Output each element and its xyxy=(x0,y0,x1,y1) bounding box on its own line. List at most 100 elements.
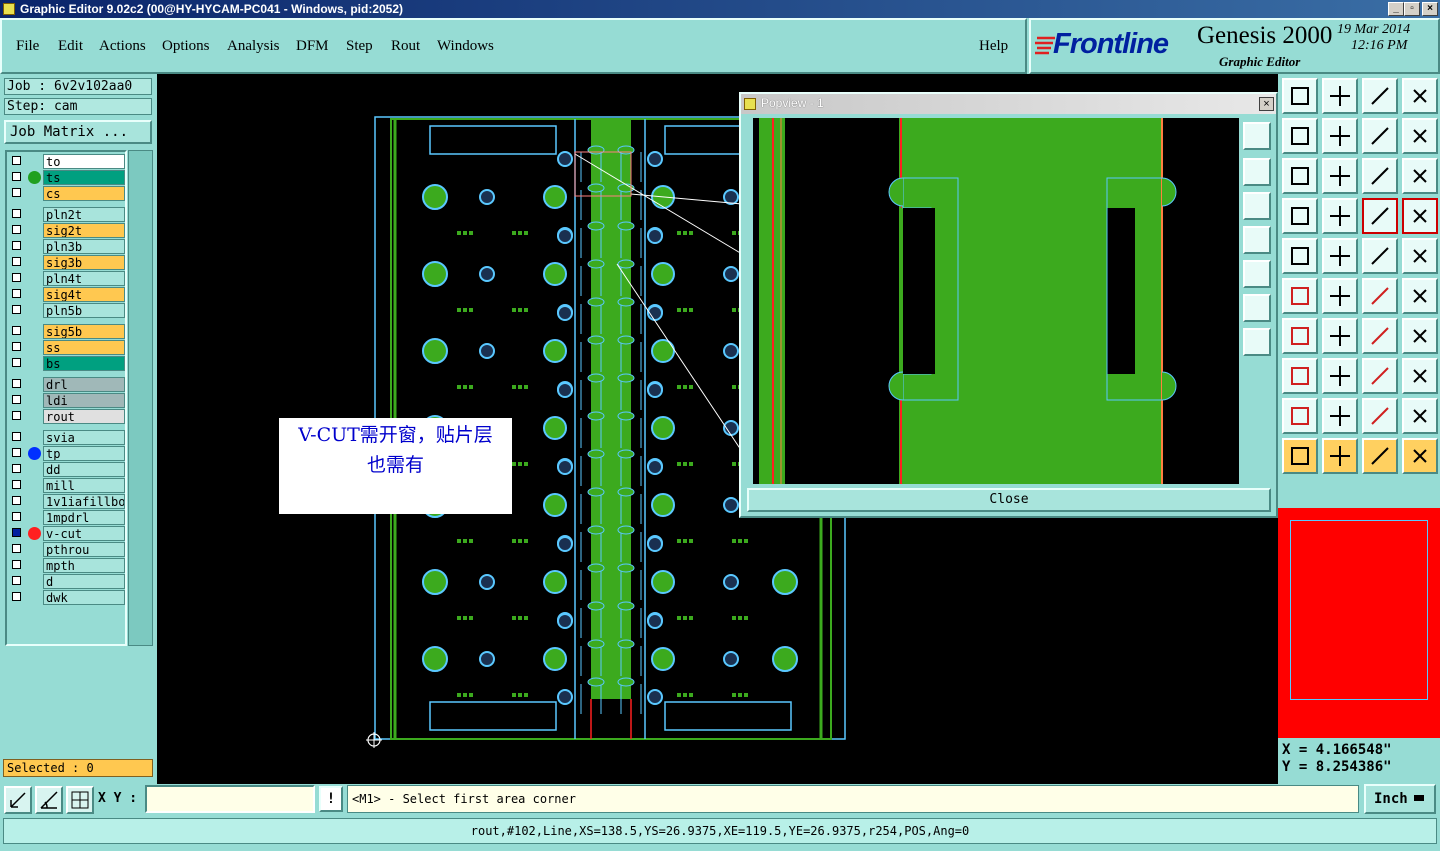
triangle-a-icon[interactable] xyxy=(1322,398,1358,434)
move-point-icon[interactable] xyxy=(1362,278,1398,314)
layer-row-to[interactable]: to xyxy=(9,154,125,169)
layer-row-d[interactable]: d xyxy=(9,574,125,589)
layer-list-scrollbar[interactable] xyxy=(128,150,153,646)
layer-row-drl[interactable]: drl xyxy=(9,377,125,392)
layer-row-pln4t[interactable]: pln4t xyxy=(9,271,125,286)
layer-name[interactable]: svia xyxy=(43,430,125,445)
pad-move-icon[interactable] xyxy=(1282,358,1318,394)
menu-analysis[interactable]: Analysis xyxy=(227,38,280,55)
layer-checkbox[interactable] xyxy=(12,560,21,569)
popview-pan-right-icon[interactable] xyxy=(1243,260,1271,288)
triangle-c-icon[interactable] xyxy=(1402,398,1438,434)
layer-row-sig2t[interactable]: sig2t xyxy=(9,223,125,238)
dot-select-icon[interactable] xyxy=(1402,238,1438,274)
menu-actions[interactable]: Actions xyxy=(99,38,146,55)
layer-checkbox[interactable] xyxy=(12,379,21,388)
layer-name[interactable]: pln3b xyxy=(43,239,125,254)
layer-row-bs[interactable]: bs xyxy=(9,356,125,371)
home-icon[interactable] xyxy=(1362,78,1398,114)
triangle-icon[interactable] xyxy=(1282,398,1318,434)
cut-line-icon[interactable] xyxy=(1322,358,1358,394)
center-icon[interactable] xyxy=(1322,158,1358,194)
layer-row-mill[interactable]: mill xyxy=(9,478,125,493)
layer-row-cs[interactable]: cs xyxy=(9,186,125,201)
top-view-icon[interactable] xyxy=(1282,78,1318,114)
layer-checkbox[interactable] xyxy=(12,289,21,298)
query-icon[interactable] xyxy=(1402,158,1438,194)
fit-screen-icon[interactable] xyxy=(1282,158,1318,194)
slope-line-icon[interactable] xyxy=(1322,318,1358,354)
grid-snap-icon[interactable] xyxy=(66,786,94,814)
layer-row-ldi[interactable]: ldi xyxy=(9,393,125,408)
layer-name[interactable]: sig5b xyxy=(43,324,125,339)
layer-name[interactable]: pthrou xyxy=(43,542,125,557)
layer-checkbox[interactable] xyxy=(12,305,21,314)
job-matrix-button[interactable]: Job Matrix ... xyxy=(4,120,152,144)
popview-center-icon[interactable] xyxy=(1243,328,1271,356)
popview-close-button[interactable]: Close xyxy=(747,488,1271,512)
layer-checkbox[interactable] xyxy=(12,188,21,197)
pan-right-icon[interactable] xyxy=(1322,118,1358,154)
popview-zoom-in-icon[interactable] xyxy=(1243,122,1271,150)
angle-icon[interactable] xyxy=(1282,318,1318,354)
layer-checkbox[interactable] xyxy=(12,241,21,250)
popview-close-icon[interactable]: × xyxy=(1259,97,1274,111)
layer-row-mpth[interactable]: mpth xyxy=(9,558,125,573)
layer-name[interactable]: sig2t xyxy=(43,223,125,238)
layer-row-pln5b[interactable]: pln5b xyxy=(9,303,125,318)
close-icon[interactable]: × xyxy=(1422,2,1438,16)
layer-checkbox[interactable] xyxy=(12,512,21,521)
delete-node-icon[interactable] xyxy=(1322,278,1358,314)
layer-name[interactable]: v-cut xyxy=(43,526,125,541)
step-icon[interactable] xyxy=(1402,118,1438,154)
layer-checkbox[interactable] xyxy=(12,257,21,266)
layer-row-rout[interactable]: rout xyxy=(9,409,125,424)
layer-name[interactable]: sig3b xyxy=(43,255,125,270)
layer-checkbox[interactable] xyxy=(12,592,21,601)
layer-checkbox[interactable] xyxy=(12,432,21,441)
layer-name[interactable]: bs xyxy=(43,356,125,371)
layer-row-sig3b[interactable]: sig3b xyxy=(9,255,125,270)
layer-row-ss[interactable]: ss xyxy=(9,340,125,355)
layer-name[interactable]: sig4t xyxy=(43,287,125,302)
layer-checkbox[interactable] xyxy=(12,172,21,181)
layer-name[interactable]: dd xyxy=(43,462,125,477)
layer-row-v-cut[interactable]: v-cut xyxy=(9,526,125,541)
layer-row-tp[interactable]: tp xyxy=(9,446,125,461)
layer-checkbox[interactable] xyxy=(12,496,21,505)
layer-row-svia[interactable]: svia xyxy=(9,430,125,445)
layer-name[interactable]: d xyxy=(43,574,125,589)
layer-name[interactable]: mill xyxy=(43,478,125,493)
rotate-pads-icon[interactable] xyxy=(1402,358,1438,394)
triangle-b-icon[interactable] xyxy=(1362,398,1398,434)
layer-stack-icon[interactable] xyxy=(1362,198,1398,234)
layer-row-dwk[interactable]: dwk xyxy=(9,590,125,605)
popview-title-bar[interactable]: Popview - 1 × xyxy=(741,94,1276,114)
xy-input[interactable] xyxy=(145,785,315,813)
layer-row-sig5b[interactable]: sig5b xyxy=(9,324,125,339)
pan-left-icon[interactable] xyxy=(1282,118,1318,154)
menu-file[interactable]: File xyxy=(16,38,39,55)
add-point-icon[interactable] xyxy=(1402,278,1438,314)
menu-dfm[interactable]: DFM xyxy=(296,38,329,55)
layer-checkbox[interactable] xyxy=(12,411,21,420)
units-selector[interactable]: Inch xyxy=(1364,784,1436,814)
layer-checkbox[interactable] xyxy=(12,273,21,282)
layer-checkbox[interactable] xyxy=(12,544,21,553)
popview-pan-down-icon[interactable] xyxy=(1243,192,1271,220)
layer-checkbox[interactable] xyxy=(12,576,21,585)
cursor-orange-icon[interactable] xyxy=(1362,438,1398,474)
menu-options[interactable]: Options xyxy=(162,38,210,55)
layer-row-pln3b[interactable]: pln3b xyxy=(9,239,125,254)
move-down-icon[interactable] xyxy=(1322,78,1358,114)
select-feature-icon[interactable] xyxy=(1282,238,1318,274)
layer-row-1v1iafillbo[interactable]: 1v1iafillbo xyxy=(9,494,125,509)
split-view-icon[interactable] xyxy=(1402,78,1438,114)
layer-row-pthrou[interactable]: pthrou xyxy=(9,542,125,557)
layer-checkbox[interactable] xyxy=(12,326,21,335)
layer-name[interactable]: mpth xyxy=(43,558,125,573)
zoom-area-icon[interactable] xyxy=(4,786,32,814)
layer-name[interactable]: 1v1iafillbo xyxy=(43,494,125,509)
layer-checkbox[interactable] xyxy=(12,209,21,218)
layer-name[interactable]: cs xyxy=(43,186,125,201)
